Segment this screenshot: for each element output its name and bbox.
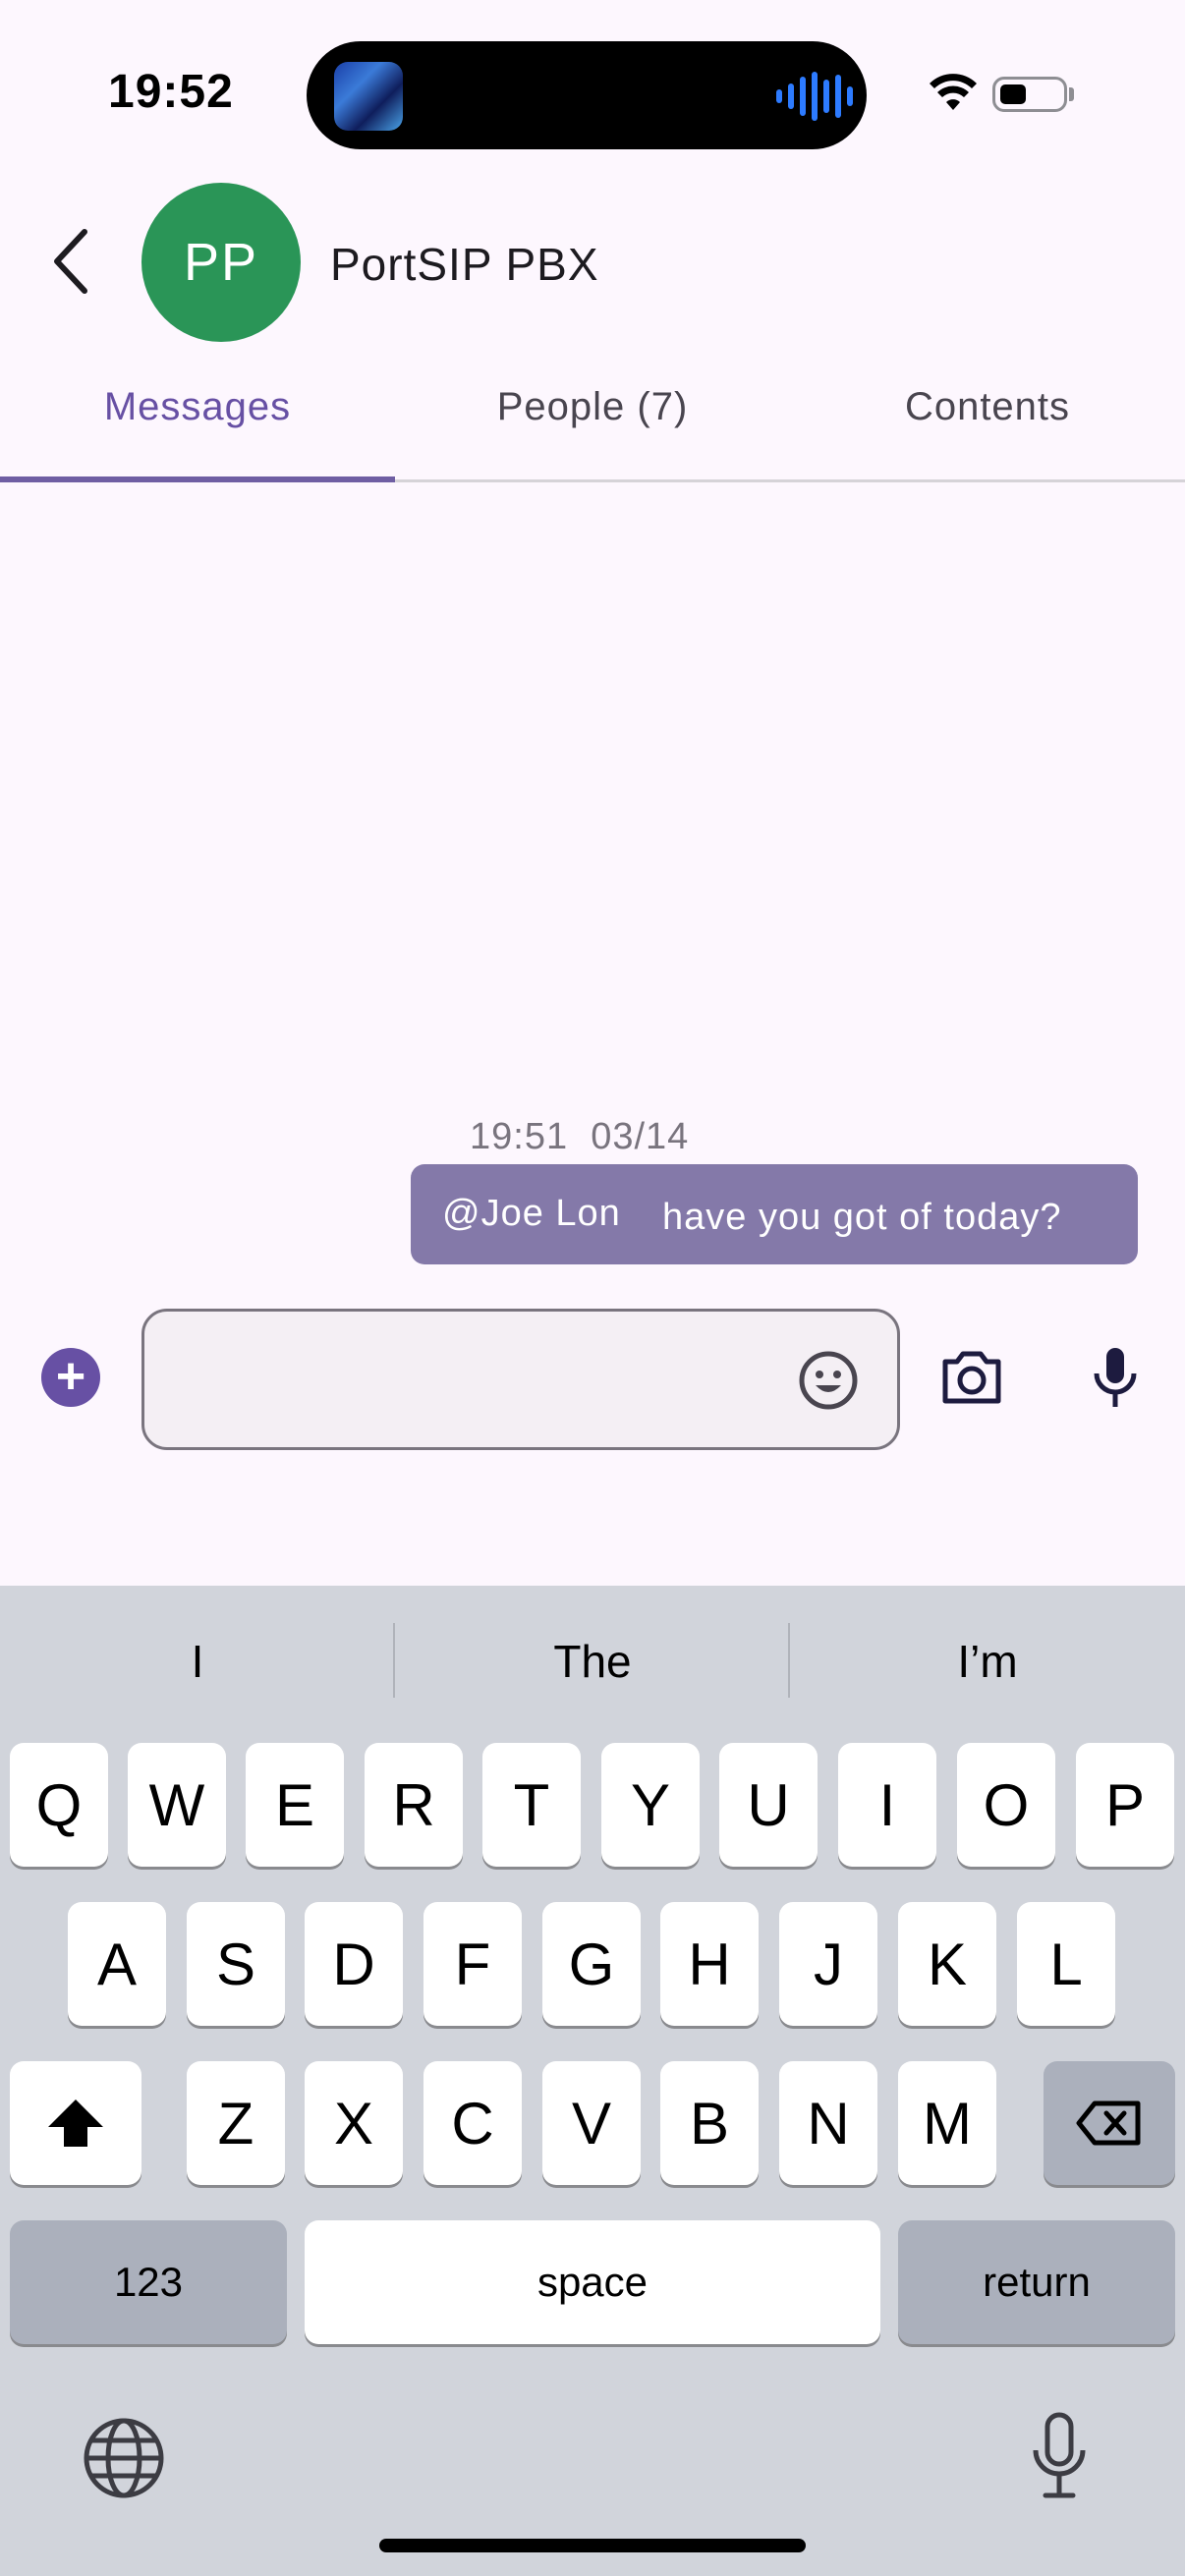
suggestion-3[interactable]: I’m (790, 1635, 1185, 1688)
key-a[interactable]: A (68, 1902, 166, 2026)
return-key[interactable]: return (898, 2220, 1175, 2344)
microphone-icon[interactable] (1091, 1346, 1140, 1409)
dictation-icon[interactable] (1028, 2411, 1091, 2501)
key-d[interactable]: D (305, 1902, 403, 2026)
message-mention[interactable]: @Joe Lon (442, 1193, 621, 1235)
key-y[interactable]: Y (601, 1743, 700, 1867)
chat-title: PortSIP PBX (330, 239, 599, 290)
message-text: have you got of today? (662, 1197, 1062, 1238)
message-input[interactable] (141, 1309, 900, 1450)
tab-people[interactable]: People (7) (395, 385, 790, 429)
battery-cap (1069, 87, 1074, 101)
key-m[interactable]: M (898, 2061, 996, 2185)
message-timestamp: 19:51 03/14 (470, 1116, 690, 1157)
key-u[interactable]: U (719, 1743, 818, 1867)
key-g[interactable]: G (542, 1902, 641, 2026)
key-o[interactable]: O (957, 1743, 1055, 1867)
key-w[interactable]: W (128, 1743, 226, 1867)
key-p[interactable]: P (1076, 1743, 1174, 1867)
home-indicator[interactable] (379, 2539, 806, 2552)
tab-indicator (0, 476, 395, 482)
avatar[interactable]: PP (141, 183, 301, 342)
key-j[interactable]: J (779, 1902, 877, 2026)
battery-level (1000, 84, 1026, 104)
tab-contents[interactable]: Contents (790, 385, 1185, 429)
key-k[interactable]: K (898, 1902, 996, 2026)
key-s[interactable]: S (187, 1902, 285, 2026)
suggestion-2[interactable]: The (395, 1635, 790, 1688)
emoji-icon[interactable] (798, 1350, 859, 1411)
space-key[interactable]: space (305, 2220, 880, 2344)
tab-messages[interactable]: Messages (0, 385, 395, 429)
shift-icon (48, 2100, 103, 2147)
key-e[interactable]: E (246, 1743, 344, 1867)
wifi-icon (930, 74, 977, 110)
key-f[interactable]: F (423, 1902, 522, 2026)
audio-wave-icon (776, 71, 853, 122)
now-playing-artwork (334, 62, 403, 131)
add-icon[interactable]: + (41, 1348, 100, 1407)
status-time: 19:52 (108, 66, 234, 118)
key-z[interactable]: Z (187, 2061, 285, 2185)
suggestion-1[interactable]: I (0, 1635, 395, 1688)
key-t[interactable]: T (482, 1743, 581, 1867)
key-c[interactable]: C (423, 2061, 522, 2185)
key-b[interactable]: B (660, 2061, 759, 2185)
shift-key[interactable] (10, 2061, 141, 2185)
globe-icon[interactable] (83, 2417, 165, 2499)
key-q[interactable]: Q (10, 1743, 108, 1867)
delete-key[interactable] (1044, 2061, 1175, 2185)
key-i[interactable]: I (838, 1743, 936, 1867)
chevron-left-icon[interactable] (47, 224, 94, 299)
key-r[interactable]: R (365, 1743, 463, 1867)
key-l[interactable]: L (1017, 1902, 1115, 2026)
key-n[interactable]: N (779, 2061, 877, 2185)
numbers-key[interactable]: 123 (10, 2220, 287, 2344)
key-v[interactable]: V (542, 2061, 641, 2185)
key-x[interactable]: X (305, 2061, 403, 2185)
camera-icon[interactable] (939, 1348, 1004, 1407)
key-h[interactable]: H (660, 1902, 759, 2026)
delete-icon (1076, 2100, 1141, 2146)
